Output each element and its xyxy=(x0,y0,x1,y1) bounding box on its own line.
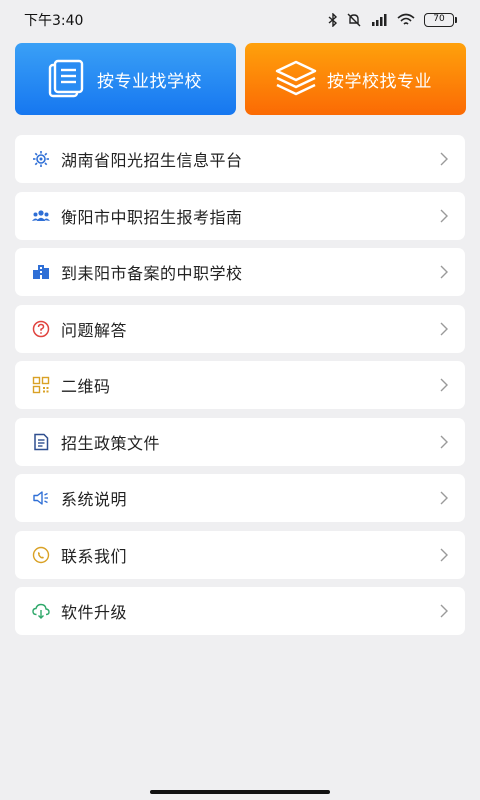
find-school-by-major-button[interactable]: 按专业找学校 xyxy=(15,43,236,115)
chevron-right-icon xyxy=(440,491,448,505)
sun-gear-icon xyxy=(33,151,49,167)
menu-item-label: 衡阳市中职招生报考指南 xyxy=(61,207,243,227)
bluetooth-icon xyxy=(328,13,338,27)
phone-icon xyxy=(32,546,50,563)
menu-list: 湖南省阳光招生信息平台 衡阳市中职招生报考指南 到耒阳市备案的中职学校 问题解答… xyxy=(15,135,465,644)
menu-item-label: 软件升级 xyxy=(61,603,128,622)
chevron-right-icon xyxy=(440,209,448,222)
menu-item-label: 招生政策文件 xyxy=(61,433,161,453)
menu-item-sunshine-platform[interactable]: 湖南省阳光招生信息平台 xyxy=(15,135,465,183)
menu-item-label: 到耒阳市备案的中职学校 xyxy=(61,264,243,283)
school-building-icon xyxy=(33,265,49,279)
chevron-right-icon xyxy=(440,548,448,561)
menu-item-contact-us[interactable]: 联系我们 xyxy=(15,530,465,579)
qr-code-icon xyxy=(32,376,50,394)
find-major-by-school-button[interactable]: 按学校找专业 xyxy=(245,43,466,115)
home-indicator[interactable] xyxy=(150,790,330,794)
people-icon xyxy=(32,209,50,221)
menu-item-hengyang-guide[interactable]: 衡阳市中职招生报考指南 xyxy=(15,191,465,240)
status-bar: 下午3:40 70 xyxy=(0,0,480,40)
menu-item-label: 问题解答 xyxy=(61,320,128,340)
find-school-by-major-label: 按专业找学校 xyxy=(97,71,202,92)
menu-item-faq[interactable]: 问题解答 xyxy=(15,304,465,353)
cloud-download-icon xyxy=(32,603,50,619)
document-list-icon xyxy=(48,59,84,98)
layers-icon xyxy=(275,60,317,96)
menu-item-label: 联系我们 xyxy=(61,546,128,566)
menu-item-policy-documents[interactable]: 招生政策文件 xyxy=(15,417,465,466)
menu-item-label: 系统说明 xyxy=(61,490,128,509)
status-icons: 70 xyxy=(328,13,457,27)
policy-document-icon xyxy=(34,433,49,450)
menu-item-label: 湖南省阳光招生信息平台 xyxy=(61,151,243,170)
speaker-icon xyxy=(33,491,48,505)
menu-item-software-upgrade[interactable]: 软件升级 xyxy=(15,587,465,635)
signal-icon xyxy=(372,14,387,26)
menu-item-qr-code[interactable]: 二维码 xyxy=(15,361,465,409)
mute-icon xyxy=(347,13,361,27)
chevron-right-icon xyxy=(440,435,448,448)
question-icon xyxy=(32,320,50,337)
menu-item-system-description[interactable]: 系统说明 xyxy=(15,474,465,522)
chevron-right-icon xyxy=(440,604,448,618)
find-major-by-school-label: 按学校找专业 xyxy=(327,71,432,92)
chevron-right-icon xyxy=(440,322,448,335)
battery-icon: 70 xyxy=(424,13,457,27)
chevron-right-icon xyxy=(440,378,448,392)
menu-item-label: 二维码 xyxy=(61,377,111,396)
top-cards: 按专业找学校 按学校找专业 xyxy=(15,43,466,115)
chevron-right-icon xyxy=(440,265,448,279)
chevron-right-icon xyxy=(440,152,448,166)
wifi-icon xyxy=(397,13,415,25)
status-time: 下午3:40 xyxy=(24,13,84,29)
menu-item-registered-schools[interactable]: 到耒阳市备案的中职学校 xyxy=(15,248,465,296)
